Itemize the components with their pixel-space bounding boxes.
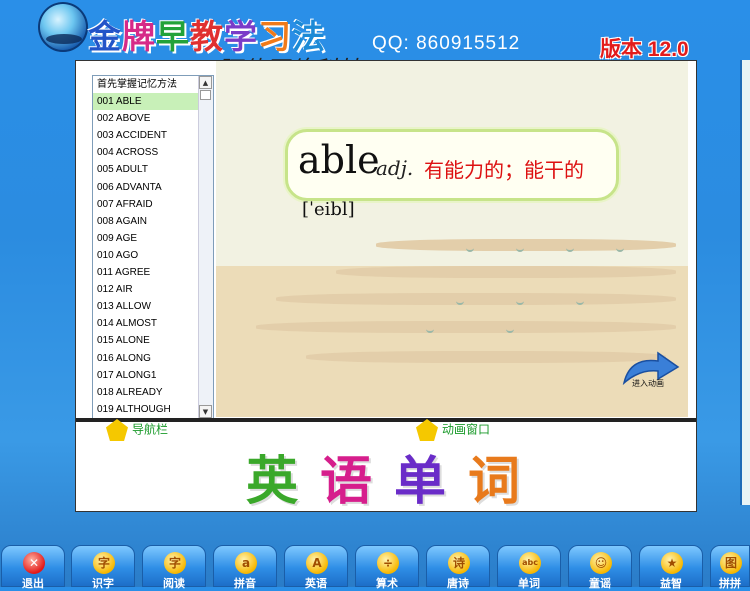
list-item[interactable]: 003 ACCIDENT: [93, 127, 213, 144]
list-header[interactable]: 首先掌握记忆方法: [93, 76, 213, 93]
literacy-icon: 字: [93, 552, 115, 574]
pentagon-icon: [106, 419, 128, 441]
jigsaw-button[interactable]: 图 拼拼: [710, 545, 750, 590]
word-card: able adj. 有能力的；能干的: [285, 129, 619, 201]
animation-scene: able adj. 有能力的；能干的 [ˈeibl] 进入动画: [216, 61, 688, 417]
part-of-speech: adj.: [376, 156, 414, 180]
list-item[interactable]: 011 AGREE: [93, 264, 213, 281]
word-list[interactable]: 首先掌握记忆方法 001 ABLE 002 ABOVE 003 ACCIDENT…: [92, 75, 214, 419]
version-label: 版本 12.0: [600, 38, 689, 61]
list-item[interactable]: 009 AGE: [93, 230, 213, 247]
list-item[interactable]: 002 ABOVE: [93, 110, 213, 127]
sprout-icon: [576, 297, 584, 305]
exit-icon: ✕: [23, 552, 45, 574]
puzzle-icon: ★: [661, 552, 683, 574]
qq-number: QQ: 860915512: [372, 33, 521, 54]
app-logo: [38, 2, 88, 52]
words-icon: abc: [519, 552, 541, 574]
literacy-button[interactable]: 字 识字: [71, 545, 135, 590]
panel-divider: [76, 418, 696, 422]
list-item[interactable]: 013 ALLOW: [93, 298, 213, 315]
list-item[interactable]: 016 ALONG: [93, 350, 213, 367]
main-panel: 首先掌握记忆方法 001 ABLE 002 ABOVE 003 ACCIDENT…: [75, 60, 697, 512]
bottom-toolbar: ✕ 退出 字 识字 字 阅读 a 拼音 A 英语 ÷ 算术 诗 唐诗 abc 单…: [0, 545, 750, 590]
list-item[interactable]: 015 ALONE: [93, 332, 213, 349]
sprout-icon: [426, 325, 434, 333]
sprout-icon: [466, 244, 474, 252]
exit-button[interactable]: ✕ 退出: [1, 545, 65, 590]
scroll-up-arrow-icon[interactable]: ▲: [199, 76, 212, 89]
list-item[interactable]: 014 ALMOST: [93, 315, 213, 332]
math-button[interactable]: ÷ 算术: [355, 545, 419, 590]
sprout-icon: [566, 244, 574, 252]
jigsaw-icon: 图: [720, 552, 742, 574]
list-item[interactable]: 001 ABLE: [93, 93, 213, 111]
list-item[interactable]: 018 ALREADY: [93, 384, 213, 401]
nav-toggle[interactable]: 导航栏: [106, 419, 168, 441]
field-furrow: [256, 321, 676, 333]
word-text: able: [298, 138, 380, 182]
word-meaning: 有能力的；能干的: [424, 158, 584, 182]
list-item[interactable]: 019 ALTHOUGH: [93, 401, 213, 418]
pentagon-icon: [416, 419, 438, 441]
list-item[interactable]: 004 ACROSS: [93, 144, 213, 161]
poetry-icon: 诗: [448, 552, 470, 574]
field-furrow: [376, 239, 676, 251]
phonetic-transcription: [ˈeibl]: [302, 199, 355, 220]
sprout-icon: [456, 297, 464, 305]
anim-window-toggle[interactable]: 动画窗口: [416, 419, 490, 441]
list-item[interactable]: 010 AGO: [93, 247, 213, 264]
english-icon: A: [306, 552, 328, 574]
sprout-icon: [616, 244, 624, 252]
pinyin-button[interactable]: a 拼音: [213, 545, 277, 590]
sprout-icon: [516, 297, 524, 305]
reading-icon: 字: [164, 552, 186, 574]
list-scrollbar[interactable]: ▲ ▼: [198, 76, 213, 418]
nursery-rhyme-icon: ☺: [590, 552, 612, 574]
reading-button[interactable]: 字 阅读: [142, 545, 206, 590]
nursery-rhyme-button[interactable]: ☺ 童谣: [568, 545, 632, 590]
field-furrow: [336, 266, 676, 278]
list-item[interactable]: 005 ADULT: [93, 161, 213, 178]
section-title: 英语单词: [246, 452, 543, 512]
enter-animation-label[interactable]: 进入动画: [632, 378, 664, 389]
sprout-icon: [516, 244, 524, 252]
list-item[interactable]: 017 ALONG1: [93, 367, 213, 384]
english-button[interactable]: A 英语: [284, 545, 348, 590]
scroll-down-arrow-icon[interactable]: ▼: [199, 405, 212, 418]
list-item[interactable]: 007 AFRAID: [93, 196, 213, 213]
field-furrow: [306, 351, 666, 363]
scroll-thumb[interactable]: [200, 90, 211, 100]
poetry-button[interactable]: 诗 唐诗: [426, 545, 490, 590]
field-furrow: [276, 293, 676, 305]
list-item[interactable]: 008 AGAIN: [93, 213, 213, 230]
sprout-icon: [506, 325, 514, 333]
puzzle-button[interactable]: ★ 益智: [639, 545, 703, 590]
list-item[interactable]: 012 AIR: [93, 281, 213, 298]
list-item[interactable]: 006 ADVANTA: [93, 179, 213, 196]
pinyin-icon: a: [235, 552, 257, 574]
math-icon: ÷: [377, 552, 399, 574]
side-panel-edge: [740, 60, 750, 505]
words-button[interactable]: abc 单词: [497, 545, 561, 590]
